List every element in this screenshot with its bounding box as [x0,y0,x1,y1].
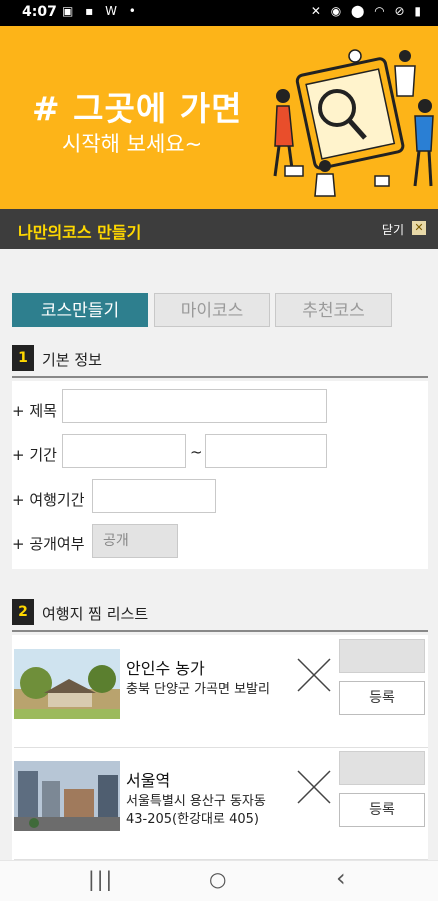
recents-button[interactable]: ||| [88,867,114,891]
remove-icon[interactable] [296,657,332,693]
basic-info-section: 1 기본 정보 + 제목 + 기간 ~ + 여행기간 + 공개여부 공개 [12,345,428,575]
place-address-line1: 서울특별시 용산구 동자동 [126,794,266,809]
period-end-input[interactable] [205,434,327,468]
duration-label: + 여행기간 [12,491,85,509]
place-address: 충북 단양군 가곡면 보발리 [126,682,270,697]
public-label: + 공개여부 [12,535,85,553]
section-title: 기본 정보 [42,351,102,369]
title-input[interactable] [62,389,327,423]
tab-recommended-course[interactable]: 추천코스 [275,293,392,327]
section-divider [12,630,428,632]
banner-subtitle: 시작해 보세요~ [62,132,203,156]
period-separator: ~ [190,443,203,461]
hero-banner: # 그곳에 가면 시작해 보세요~ [0,26,438,209]
wishlist-section: 2 여행지 찜 리스트 안인수 농가 충북 단양군 가곡면 보발리 등록 서울역… [12,599,428,869]
tab-my-course[interactable]: 마이코스 [154,293,270,327]
selection-box[interactable] [339,751,425,785]
status-bar: 4:07 ▣ ▪ W • ✕ ◉ ⬤ ◠ ⊘ ▮ [0,0,438,26]
home-button[interactable]: ○ [209,867,226,891]
back-button[interactable]: ‹ [336,864,346,892]
list-item: 안인수 농가 충북 단양군 가곡면 보발리 등록 [14,635,428,748]
remove-icon[interactable] [296,769,332,805]
period-start-input[interactable] [62,434,186,468]
system-icons: ✕ ◉ ⬤ ◠ ⊘ ▮ [310,4,424,18]
section-number-badge: 1 [12,345,34,371]
place-thumbnail [14,649,120,719]
section-divider [12,376,428,378]
people-illustration [273,49,434,197]
place-name: 서울역 [126,771,171,790]
register-button[interactable]: 등록 [339,793,425,827]
section-number-badge: 2 [12,599,34,625]
place-address: 서울특별시 용산구 동자동 43-205(한강대로 405) [126,793,266,829]
register-button[interactable]: 등록 [339,681,425,715]
basic-info-form: + 제목 + 기간 ~ + 여행기간 + 공개여부 공개 [12,381,428,569]
wishlist: 안인수 농가 충북 단양군 가곡면 보발리 등록 서울역 서울특별시 용산구 동… [12,635,428,865]
title-label: + 제목 [12,402,57,420]
section-title: 여행지 찜 리스트 [42,605,149,623]
duration-input[interactable] [92,479,216,513]
period-label: + 기간 [12,446,57,464]
selection-box[interactable] [339,639,425,673]
header-title: 나만의코스 만들기 [18,223,142,242]
place-name: 안인수 농가 [126,659,205,678]
public-select[interactable]: 공개 [92,524,178,558]
status-time: 4:07 [22,4,57,20]
list-item: 서울역 서울특별시 용산구 동자동 43-205(한강대로 405) 등록 [14,747,428,860]
system-nav-bar: ||| ○ ‹ [0,860,438,901]
place-thumbnail [14,761,120,831]
notification-icons: ▣ ▪ W • [62,4,140,18]
course-header-bar: 나만의코스 만들기 닫기 ✕ [0,209,438,249]
close-icon[interactable]: ✕ [412,221,426,235]
main-content: 코스만들기 마이코스 추천코스 1 기본 정보 + 제목 + 기간 ~ + 여행… [0,249,438,865]
banner-title: # 그곳에 가면 [32,89,243,128]
close-label[interactable]: 닫기 [382,221,404,238]
place-address-line2: 43-205(한강대로 405) [126,812,259,827]
tab-create-course[interactable]: 코스만들기 [12,293,148,327]
